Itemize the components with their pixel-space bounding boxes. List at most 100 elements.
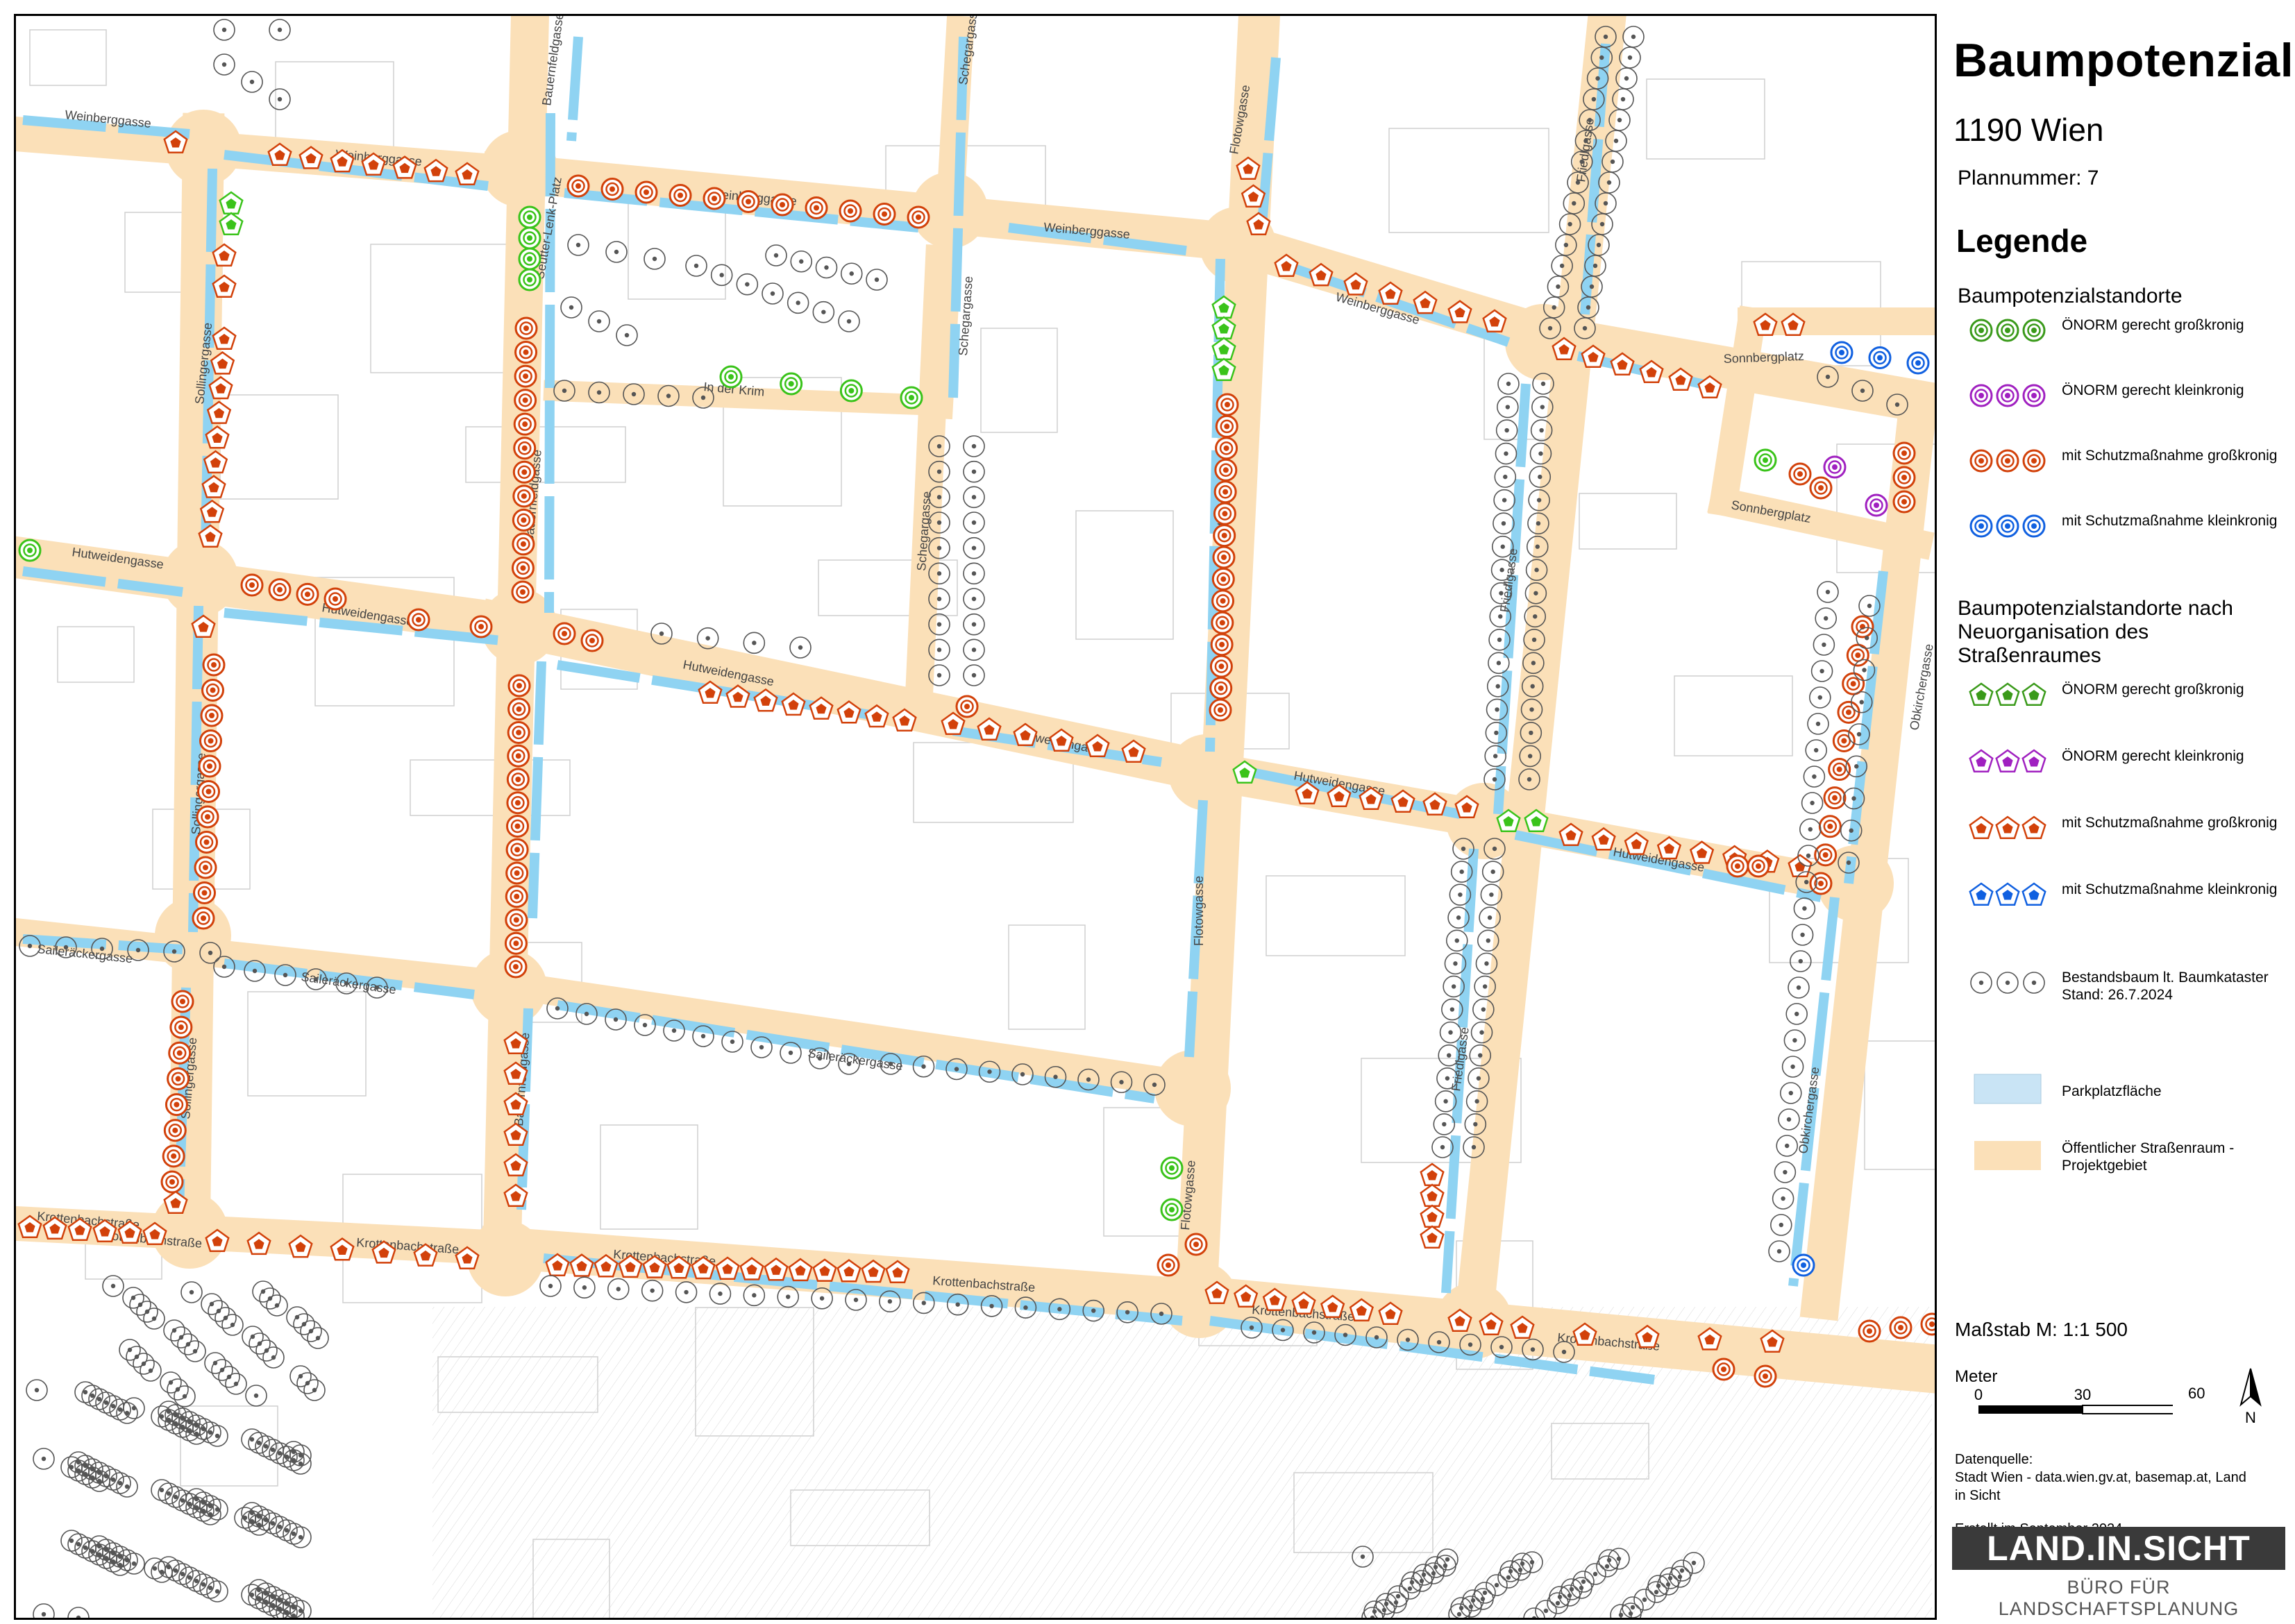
legend-item-g1-2: mit Schutzmaßnahme großkronig: [1958, 443, 2284, 498]
tree-marker-circle: [634, 180, 658, 204]
tree-marker-circle: [1211, 567, 1235, 591]
tree-marker-circle: [514, 316, 538, 340]
tree-marker-circle: [192, 906, 215, 930]
legend-marker-circle: [2022, 319, 2046, 342]
source-heading: Datenquelle:: [1955, 1452, 2033, 1467]
tree-marker-existing: [1776, 1135, 1798, 1157]
tree-marker-existing: [26, 1379, 48, 1401]
tree-marker-existing: [790, 250, 813, 273]
tree-marker-circle: [1211, 589, 1235, 613]
legend-marker-circle: [1969, 514, 1993, 538]
tree-marker-circle: [955, 695, 979, 718]
tree-marker-existing: [245, 1385, 267, 1407]
tree-marker-circle: [771, 193, 794, 217]
legend-label: ÖNORM gerecht großkronig: [2062, 682, 2244, 697]
tree-marker-circle: [506, 791, 530, 815]
tree-marker-circle: [504, 931, 528, 955]
scale-tick-60: 60: [2188, 1385, 2205, 1402]
tree-marker-existing: [963, 536, 985, 559]
legend-marker-circle: [1969, 319, 1993, 342]
tree-marker-existing: [573, 1276, 596, 1299]
tree-marker-existing: [685, 255, 707, 277]
legend-item-g2-2: mit Schutzmaßnahme großkronig: [1958, 810, 2284, 865]
map-canvas: WeinberggasseWeinberggasseWeinberggasseW…: [16, 16, 1935, 1618]
tree-marker-circle: [505, 861, 529, 885]
tree-marker-circle: [1215, 437, 1238, 460]
tree-marker-existing: [1445, 929, 1468, 952]
tree-marker-circle: [580, 629, 604, 652]
legend-marker-circle: [2022, 449, 2046, 473]
tree-marker-existing: [1801, 792, 1824, 814]
scale-unit: Meter: [1955, 1367, 1998, 1386]
legend-marker-pentagon: [1995, 682, 2020, 707]
tree-marker-pentagon: [1420, 1162, 1445, 1187]
source-text: Stadt Wien - data.wien.gv.at, basemap.at…: [1955, 1470, 2246, 1503]
tree-marker-existing: [1780, 1082, 1802, 1104]
legend-marker-pentagon: [1995, 815, 2020, 840]
tree-marker-circle: [198, 754, 221, 778]
tree-marker-existing: [963, 664, 985, 686]
legend-marker-circle: [1969, 449, 1993, 473]
tree-marker-existing: [710, 264, 733, 287]
tree-marker-circle: [167, 1067, 190, 1090]
tree-marker-existing: [963, 486, 985, 509]
legend-item-g1-1: ÖNORM gerecht kleinkronig: [1958, 378, 2284, 433]
tree-marker-existing: [963, 460, 985, 483]
tree-marker-existing: [789, 636, 812, 659]
legend-label: mit Schutzmaßnahme großkronig: [2062, 448, 2278, 464]
tree-marker-existing: [709, 1283, 732, 1305]
legend-label: mit Schutzmaßnahme kleinkronig: [2062, 881, 2278, 897]
legend-marker-circle: [1969, 384, 1993, 407]
tree-marker-pentagon: [1420, 1204, 1445, 1228]
tree-marker-circle: [566, 174, 590, 198]
tree-marker-circle: [1892, 441, 1916, 465]
tree-marker-existing: [119, 1339, 141, 1361]
tree-marker-existing: [762, 282, 784, 305]
tree-marker-existing: [963, 588, 985, 610]
tree-marker-circle: [518, 205, 541, 229]
tree-marker-pentagon: [219, 212, 244, 236]
tree-marker-existing: [963, 511, 985, 534]
tree-marker-existing: [1781, 1056, 1804, 1078]
legend-marker-existing: [1970, 972, 1992, 994]
tree-marker-circle: [169, 1015, 193, 1039]
map-frame: WeinberggasseWeinberggasseWeinberggasseW…: [14, 14, 1937, 1620]
tree-marker-existing: [269, 88, 291, 110]
tree-marker-circle: [504, 955, 528, 979]
tree-marker-circle: [1868, 346, 1892, 369]
tree-marker-circle: [1213, 524, 1236, 548]
tree-marker-circle: [296, 582, 319, 606]
tree-marker-circle: [1209, 698, 1232, 722]
tree-marker-circle: [200, 704, 224, 727]
north-label: N: [2245, 1409, 2256, 1426]
legend-marker-pentagon: [1969, 749, 1994, 773]
legend-marker-pentagon: [1969, 682, 1994, 707]
tree-marker-circle: [1892, 490, 1916, 514]
tree-marker-circle: [514, 364, 537, 388]
tree-marker-existing: [1481, 861, 1504, 883]
tree-marker-circle: [1792, 1253, 1815, 1277]
legend-marker-pentagon: [2021, 815, 2046, 840]
legend-group1-title: Baumpotenzialstandorte: [1958, 285, 2183, 307]
tree-marker-circle: [600, 178, 624, 201]
tree-marker-circle: [900, 386, 923, 409]
tree-marker-circle: [1858, 1319, 1881, 1343]
tree-marker-circle: [737, 190, 760, 213]
tree-marker-existing: [1813, 634, 1835, 656]
tree-marker-existing: [963, 613, 985, 636]
tree-marker-existing: [963, 435, 985, 457]
legend-marker-circle: [1996, 384, 2019, 407]
legend-item-g1-0: ÖNORM gerecht großkronig: [1958, 312, 2284, 368]
tree-marker-circle: [907, 205, 930, 229]
tree-marker-existing: [33, 1603, 55, 1618]
legend-marker-pentagon: [1995, 882, 2020, 906]
tree-marker-existing: [1497, 396, 1519, 418]
tree-marker-circle: [505, 885, 528, 908]
tree-marker-circle: [163, 1119, 187, 1142]
tree-marker-circle: [805, 196, 828, 219]
tree-marker-existing: [765, 244, 787, 267]
tree-marker-existing: [1793, 897, 1816, 920]
tree-marker-circle: [1160, 1156, 1184, 1180]
street-areas: [16, 16, 1935, 1394]
street-label: Flotowgasse: [1192, 876, 1206, 946]
